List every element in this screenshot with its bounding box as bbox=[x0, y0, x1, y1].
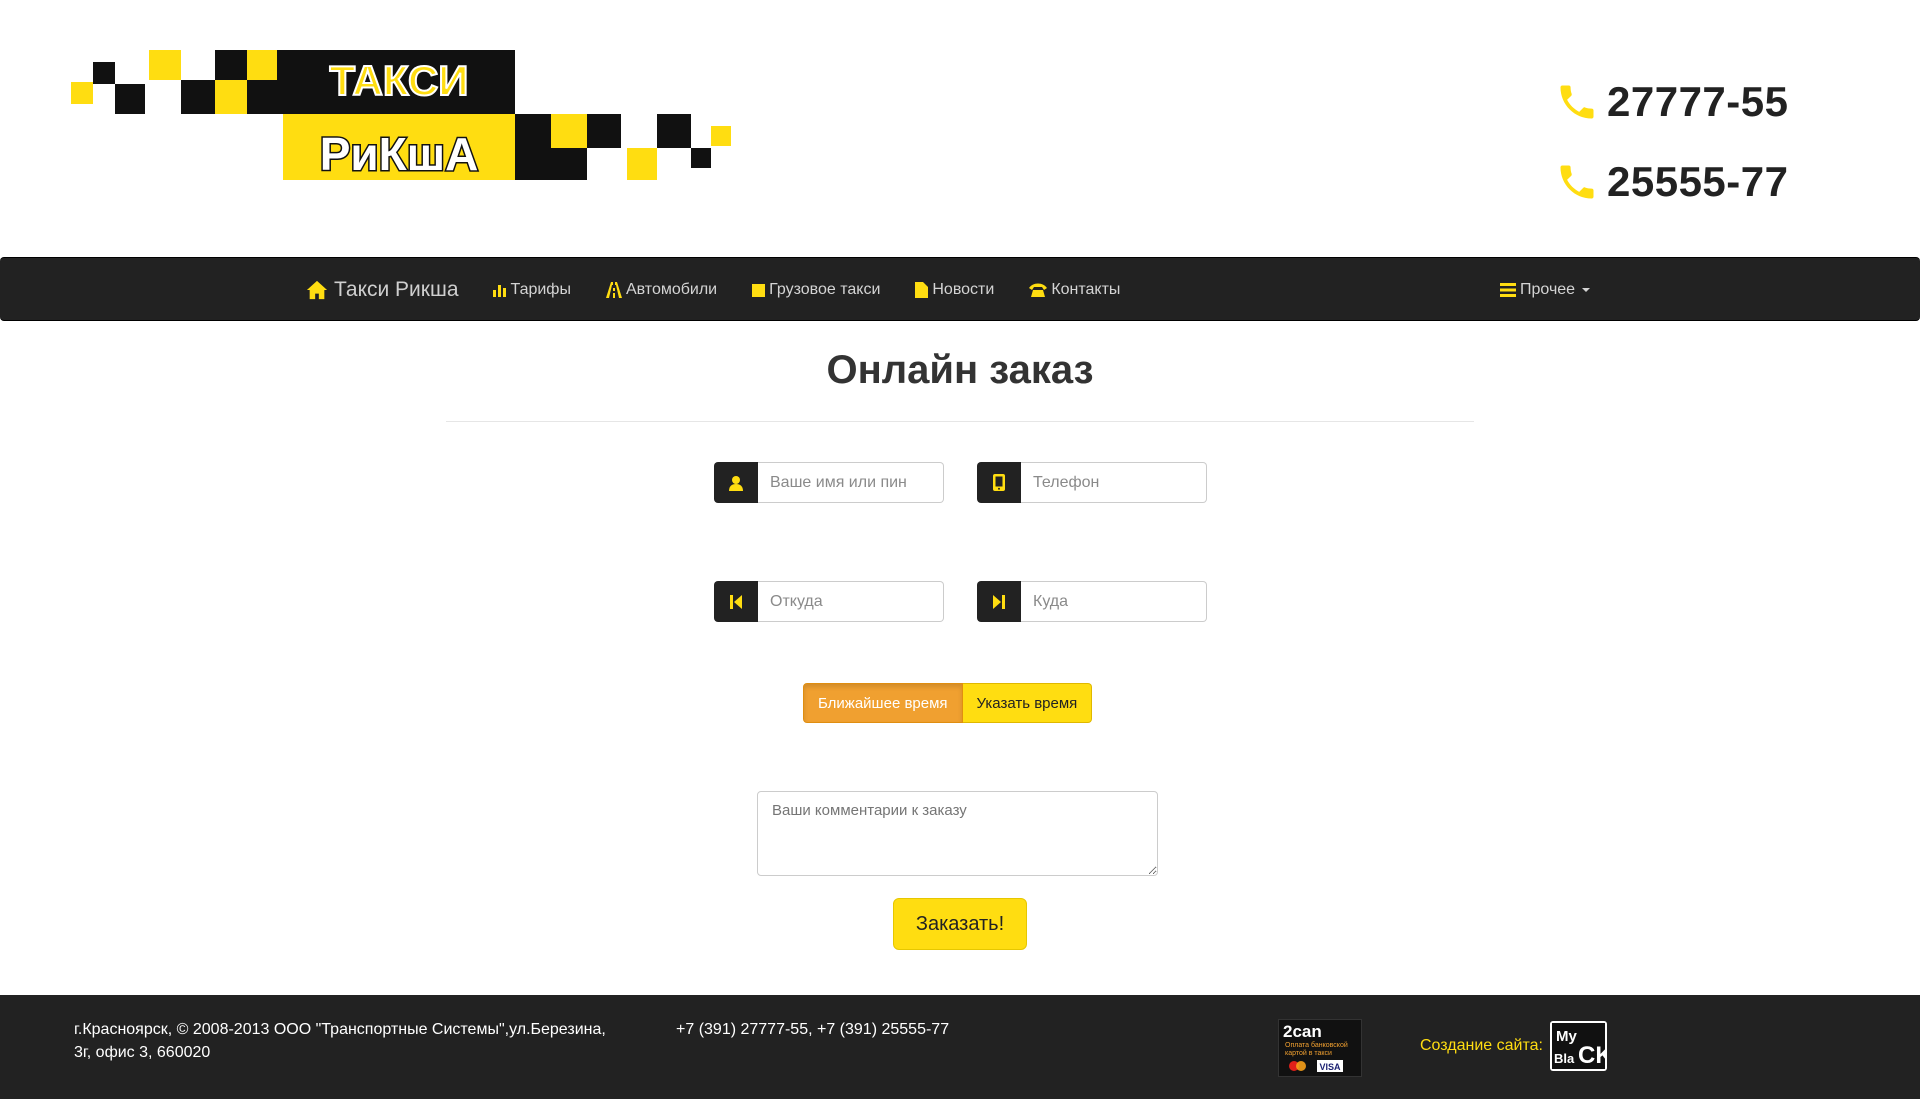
nav-item-news[interactable]: Новости bbox=[915, 281, 994, 299]
specify-time-button[interactable]: Указать время bbox=[962, 683, 1093, 723]
footer-phones: +7 (391) 27777-55, +7 (391) 25555-77 bbox=[676, 1021, 950, 1038]
mastercard-icon bbox=[1289, 1061, 1306, 1071]
phone-alt-icon bbox=[1029, 283, 1048, 297]
home-icon bbox=[306, 280, 328, 300]
nav-item-label: Новости bbox=[932, 281, 995, 298]
footer-address-line: 3г, офис 3, 660020 bbox=[74, 1044, 211, 1061]
nav-item-label: Тарифы bbox=[510, 281, 571, 298]
step-forward-icon bbox=[977, 581, 1021, 622]
stop-icon bbox=[752, 283, 766, 297]
myblack-logo[interactable]: My Bla CK bbox=[1550, 1021, 1607, 1071]
nearest-time-button[interactable]: Ближайшее время bbox=[803, 683, 963, 723]
nav-item-label: Грузовое такси bbox=[769, 281, 881, 298]
site-footer: г.Красноярск, © 2008-2013 ООО "Транспорт… bbox=[0, 995, 1920, 1099]
phone-icon bbox=[1560, 85, 1594, 119]
payment-badge[interactable]: 2can Оплата банковской картой в такси VI… bbox=[1278, 1019, 1362, 1077]
nav-brand-label: Такси Рикша bbox=[334, 278, 459, 301]
phone-row-1[interactable]: 27777-55 bbox=[1555, 62, 1800, 142]
phone-icon bbox=[1560, 165, 1594, 199]
nav-items: Такси Рикша Тарифы Автомобили Грузовое т… bbox=[306, 258, 1155, 322]
footer-address: г.Красноярск, © 2008-2013 ООО "Транспорт… bbox=[74, 1018, 654, 1064]
to-input[interactable] bbox=[1021, 581, 1207, 622]
nav-brand[interactable]: Такси Рикша bbox=[306, 278, 459, 302]
card-logos: VISA bbox=[1287, 1060, 1343, 1072]
site-header: ТАКСИ РиКшА 27777-55 25555-77 bbox=[0, 0, 1920, 257]
nav-more-dropdown[interactable]: Прочее bbox=[1500, 258, 1591, 322]
nav-item-label: Автомобили bbox=[625, 281, 718, 298]
comment-textarea[interactable] bbox=[757, 791, 1158, 876]
svg-text:CK: CK bbox=[1578, 1042, 1607, 1069]
phone-input-group bbox=[977, 462, 1207, 503]
user-icon bbox=[714, 462, 758, 503]
step-backward-icon bbox=[714, 581, 758, 622]
header-phones: 27777-55 25555-77 bbox=[1555, 62, 1800, 222]
nav-item-cargo-taxi[interactable]: Грузовое такси bbox=[752, 281, 880, 299]
footer-credit-label: Создание сайта: bbox=[1420, 1037, 1543, 1054]
divider bbox=[446, 421, 1474, 422]
list-icon bbox=[1500, 283, 1516, 297]
time-selector: Ближайшее время Указать время bbox=[803, 683, 1093, 723]
visa-icon: VISA bbox=[1317, 1060, 1343, 1072]
nav-item-label: Контакты bbox=[1051, 281, 1121, 298]
phone-row-2[interactable]: 25555-77 bbox=[1555, 142, 1800, 222]
mobile-icon bbox=[977, 462, 1021, 503]
page-title: Онлайн заказ bbox=[826, 348, 1094, 392]
bar-chart-icon bbox=[492, 285, 506, 297]
svg-text:My: My bbox=[1556, 1028, 1577, 1045]
nav-item-contacts[interactable]: Контакты bbox=[1029, 281, 1120, 299]
payment-badge-text: Оплата банковской картой в такси bbox=[1285, 1042, 1348, 1057]
nav-more-label: Прочее bbox=[1520, 281, 1576, 298]
svg-text:Bla: Bla bbox=[1554, 1051, 1575, 1066]
file-icon bbox=[915, 282, 929, 298]
svg-text:РиКшА: РиКшА bbox=[320, 128, 479, 180]
site-logo[interactable]: ТАКСИ РиКшА bbox=[71, 50, 731, 180]
from-input-group bbox=[714, 581, 944, 622]
svg-text:ТАКСИ: ТАКСИ bbox=[330, 57, 469, 104]
main-navbar: Такси Рикша Тарифы Автомобили Грузовое т… bbox=[0, 257, 1920, 321]
nav-item-tariffs[interactable]: Тарифы bbox=[492, 281, 571, 299]
payment-badge-title: 2can bbox=[1283, 1022, 1322, 1041]
road-icon bbox=[605, 282, 622, 298]
from-input[interactable] bbox=[758, 581, 944, 622]
name-input[interactable] bbox=[758, 462, 944, 503]
footer-address-line: г.Красноярск, © 2008-2013 ООО "Транспорт… bbox=[74, 1021, 606, 1038]
phone-number[interactable]: 25555-77 bbox=[1607, 158, 1789, 206]
phone-input[interactable] bbox=[1021, 462, 1207, 503]
phone-number[interactable]: 27777-55 bbox=[1607, 78, 1789, 126]
caret-down-icon bbox=[1582, 288, 1591, 292]
order-button[interactable]: Заказать! bbox=[893, 898, 1027, 950]
to-input-group bbox=[977, 581, 1207, 622]
name-input-group bbox=[714, 462, 944, 503]
nav-item-cars[interactable]: Автомобили bbox=[605, 281, 718, 299]
svg-text:VISA: VISA bbox=[1319, 1062, 1341, 1072]
